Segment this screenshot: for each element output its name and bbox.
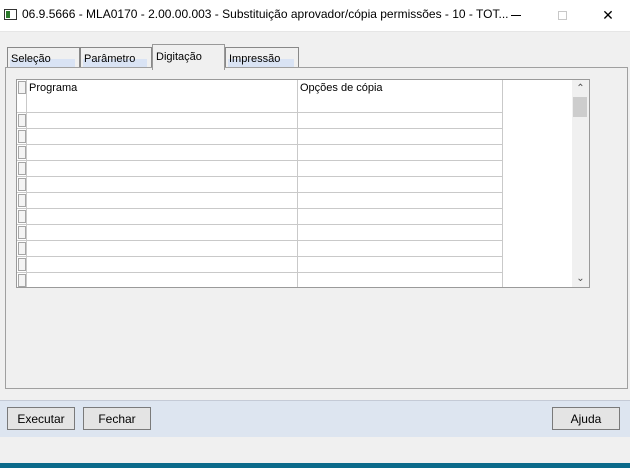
tab-label: Parâmetro [84,53,136,65]
table-row[interactable] [17,129,503,145]
status-area [0,437,630,463]
tab-parametro[interactable]: Parâmetro [80,47,152,67]
close-window-button[interactable]: ✕ [585,0,630,31]
row-handle[interactable] [18,258,26,271]
column-header-programa[interactable]: Programa [29,82,77,94]
row-handle[interactable] [18,210,26,223]
tab-selecao[interactable]: Seleção [7,47,80,67]
scroll-down-icon[interactable]: ⌄ [572,270,589,287]
title-bar: 06.9.5666 - MLA0170 - 2.00.00.003 - Subs… [0,0,630,32]
tab-label: Impressão [229,53,281,65]
table-row[interactable] [17,273,503,287]
taskbar-edge [0,463,630,468]
maximize-icon [557,11,567,20]
row-handle[interactable] [18,81,26,94]
grid-header-row: Programa Opções de cópia [17,80,503,113]
row-handle[interactable] [18,114,26,127]
table-row[interactable] [17,177,503,193]
table-row[interactable] [17,225,503,241]
tab-label: Digitação [156,51,202,63]
help-button[interactable]: Ajuda [552,407,620,430]
minimize-icon [511,15,521,16]
row-handle[interactable] [18,226,26,239]
table-row[interactable] [17,113,503,129]
row-handle[interactable] [18,194,26,207]
execute-button[interactable]: Executar [7,407,75,430]
scroll-up-icon[interactable]: ⌃ [572,80,589,97]
row-handle[interactable] [18,146,26,159]
row-handle[interactable] [18,178,26,191]
row-handle[interactable] [18,274,26,287]
minimize-button[interactable] [493,0,539,31]
close-button[interactable]: Fechar [83,407,151,430]
scrollbar-thumb[interactable] [573,97,587,117]
row-handle[interactable] [18,242,26,255]
table-row[interactable] [17,145,503,161]
data-grid[interactable]: Programa Opções de cópia ⌃ ⌄ [16,79,590,288]
app-icon [4,9,17,20]
table-row[interactable] [17,257,503,273]
maximize-button[interactable] [539,0,585,31]
table-row[interactable] [17,209,503,225]
table-row[interactable] [17,193,503,209]
vertical-scrollbar[interactable]: ⌃ ⌄ [572,80,589,287]
row-handle[interactable] [18,130,26,143]
tab-impressao[interactable]: Impressão [225,47,299,67]
table-row[interactable] [17,241,503,257]
tab-digitacao[interactable]: Digitação [152,44,225,70]
window-title: 06.9.5666 - MLA0170 - 2.00.00.003 - Subs… [22,7,509,21]
row-handle[interactable] [18,162,26,175]
close-icon: ✕ [602,7,614,23]
table-row[interactable] [17,161,503,177]
tab-label: Seleção [11,53,51,65]
column-header-opcoes-copia[interactable]: Opções de cópia [300,82,383,94]
